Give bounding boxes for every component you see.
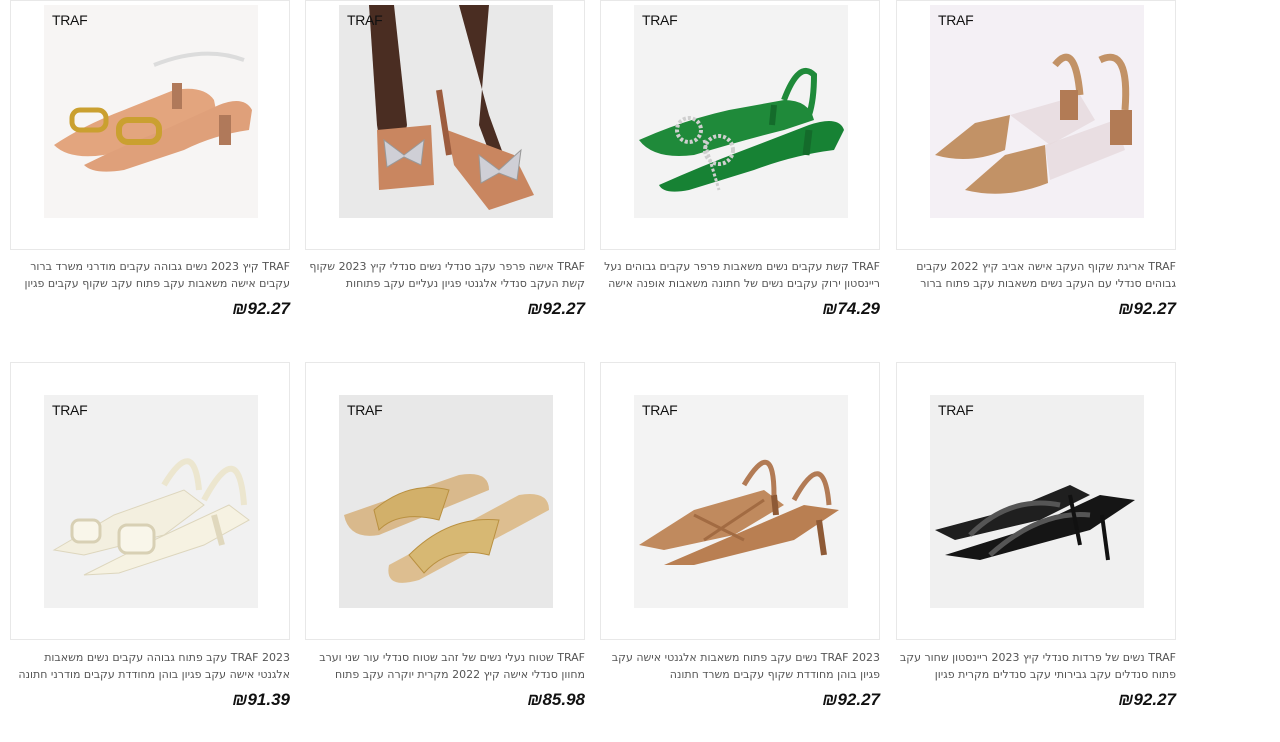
product-price: ₪92.27 [1118, 690, 1176, 709]
brand-logo: TRAF [642, 402, 678, 418]
brand-logo: TRAF [52, 402, 88, 418]
brand-logo: TRAF [347, 402, 383, 418]
tan-crossed-slingback-icon: TRAF [634, 395, 848, 608]
product-price: ₪92.27 [527, 299, 585, 318]
product-image-frame[interactable]: TRAF [896, 0, 1176, 250]
bow-mule-sandal-icon: TRAF [339, 5, 553, 218]
gold-flat-slide-icon: TRAF [339, 395, 553, 608]
black-rhinestone-mule-icon: TRAF [930, 395, 1144, 608]
green-slingback-bow-icon: TRAF [634, 5, 848, 218]
product-price: ₪74.29 [822, 299, 880, 318]
product-title[interactable]: TRAF אריגת שקוף העקב אישה אביב קיץ 2022 … [896, 258, 1176, 292]
product-image-frame[interactable]: TRAF [600, 0, 880, 250]
product-price: ₪92.27 [232, 299, 290, 318]
product-image-frame[interactable]: TRAF [600, 362, 880, 640]
brand-logo: TRAF [938, 12, 974, 28]
product-image-frame[interactable]: TRAF [896, 362, 1176, 640]
product-title[interactable]: TRAF 2023 נשים עקב פתוח משאבות אלגנטי אי… [600, 649, 880, 683]
product-price: ₪92.27 [1118, 299, 1176, 318]
product-title[interactable]: TRAF קשת עקבים נשים משאבות פרפר עקבים גב… [600, 258, 880, 292]
product-title[interactable]: TRAF נשים של פרדות סנדלי קיץ 2023 ריינסט… [896, 649, 1176, 683]
woven-slingback-block-heel-icon: TRAF [930, 5, 1144, 218]
cream-slingback-buckle-icon: TRAF [44, 395, 258, 608]
product-title[interactable]: TRAF אישה פרפר עקב סנדלי נשים סנדלי קיץ … [305, 258, 585, 292]
product-title[interactable]: TRAF 2023 עקב פתוח גבוהה עקבים נשים משאב… [10, 649, 290, 683]
product-title[interactable]: TRAF שטוח נעלי נשים של זהב שטוח סנדלי עו… [305, 649, 585, 683]
product-image-frame[interactable]: TRAF [10, 362, 290, 640]
product-image-frame[interactable]: TRAF [305, 362, 585, 640]
product-price: ₪85.98 [527, 690, 585, 709]
product-image-frame[interactable]: TRAF [10, 0, 290, 250]
product-image-frame[interactable]: TRAF [305, 0, 585, 250]
product-title[interactable]: TRAF קיץ 2023 נשים גבוהה עקבים מודרני מש… [10, 258, 290, 292]
brand-logo: TRAF [52, 12, 88, 28]
brand-logo: TRAF [938, 402, 974, 418]
product-price: ₪91.39 [232, 690, 290, 709]
product-price: ₪92.27 [822, 690, 880, 709]
brand-logo: TRAF [642, 12, 678, 28]
brand-logo: TRAF [347, 12, 383, 28]
pointed-heel-gold-buckle-icon: TRAF [44, 5, 258, 218]
